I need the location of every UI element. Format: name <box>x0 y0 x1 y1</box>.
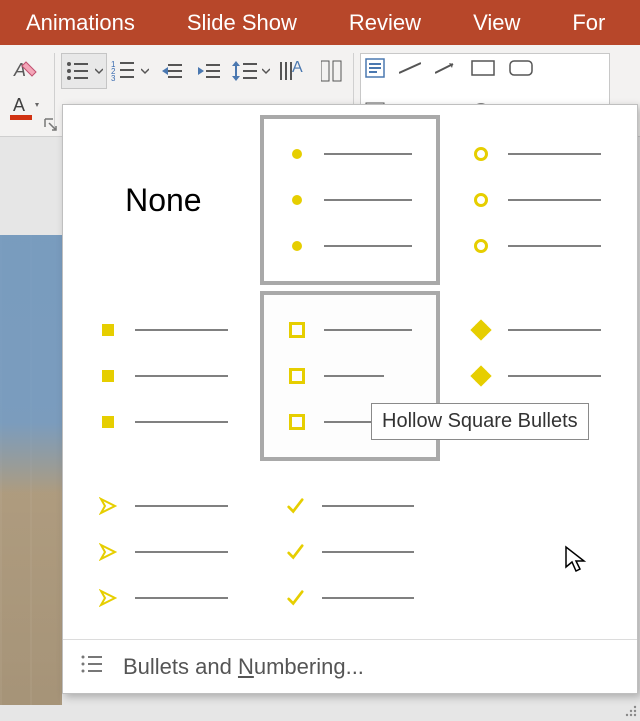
line-spacing-button[interactable] <box>229 53 273 89</box>
textbox-shape-icon <box>365 58 385 78</box>
four-diamond-icon <box>472 321 490 339</box>
checkmark-icon <box>286 497 304 515</box>
font-color-icon: A <box>10 93 40 121</box>
rounded-rect-shape-icon <box>509 60 533 76</box>
bullet-gallery-panel: None <box>62 104 638 694</box>
rectangle-shape-icon <box>471 60 495 76</box>
columns-icon <box>321 59 343 83</box>
bullets-and-numbering-menuitem[interactable]: Bullets and Numbering... <box>63 639 637 693</box>
svg-text:3: 3 <box>111 74 116 83</box>
bullets-numbering-icon <box>79 651 105 683</box>
tooltip: Hollow Square Bullets <box>371 403 589 440</box>
svg-text:A: A <box>13 95 25 115</box>
tab-view[interactable]: View <box>447 0 546 45</box>
increase-indent-button[interactable] <box>191 53 229 89</box>
tab-review[interactable]: Review <box>323 0 447 45</box>
hollow-circle-icon <box>472 145 490 163</box>
bullet-option-filled-square[interactable] <box>73 291 254 461</box>
dialog-launcher-icon[interactable] <box>44 118 58 132</box>
ribbon-tabs: Animations Slide Show Review View For <box>0 0 640 45</box>
bullets-icon <box>65 59 95 83</box>
clear-formatting-button[interactable]: A <box>6 53 44 89</box>
line-spacing-icon <box>232 59 262 83</box>
cursor-icon <box>564 545 590 573</box>
tab-animations[interactable]: Animations <box>0 0 161 45</box>
hollow-square-icon <box>288 321 306 339</box>
chevron-down-icon <box>95 67 103 75</box>
chevron-down-icon <box>141 67 149 75</box>
text-direction-button[interactable]: A <box>273 53 317 89</box>
bullet-option-hollow-round[interactable] <box>446 115 627 285</box>
align-text-button[interactable] <box>317 53 347 89</box>
resize-grip-icon[interactable] <box>622 703 638 719</box>
slide-background-image <box>0 235 62 705</box>
line-shape-icon <box>399 61 421 75</box>
svg-text:A: A <box>13 60 26 80</box>
font-color-button[interactable]: A <box>6 89 44 125</box>
chevron-down-icon <box>262 67 270 75</box>
bullet-none-label: None <box>125 182 202 219</box>
bullet-option-none[interactable]: None <box>73 115 254 285</box>
decrease-indent-button[interactable] <box>153 53 191 89</box>
slide-canvas <box>0 235 62 705</box>
increase-indent-icon <box>198 61 222 81</box>
tab-slideshow[interactable]: Slide Show <box>161 0 323 45</box>
bullets-numbering-label: Bullets and Numbering... <box>123 654 364 680</box>
tab-format[interactable]: For <box>546 0 631 45</box>
bullet-option-checkmark[interactable] <box>260 467 441 637</box>
bullets-split-button[interactable] <box>61 53 107 89</box>
numbering-split-button[interactable]: 1 2 3 <box>107 53 153 89</box>
arrow-shape-icon <box>435 61 457 75</box>
text-direction-icon: A <box>280 58 310 84</box>
bullet-option-filled-round[interactable] <box>260 115 441 285</box>
filled-square-icon <box>99 321 117 339</box>
svg-text:A: A <box>292 59 303 76</box>
decrease-indent-icon <box>160 61 184 81</box>
bullet-option-arrow[interactable] <box>73 467 254 637</box>
filled-dot-icon <box>288 145 306 163</box>
arrow-bullet-icon <box>99 497 117 515</box>
clear-format-icon: A <box>12 58 38 84</box>
numbering-icon: 1 2 3 <box>111 59 141 83</box>
